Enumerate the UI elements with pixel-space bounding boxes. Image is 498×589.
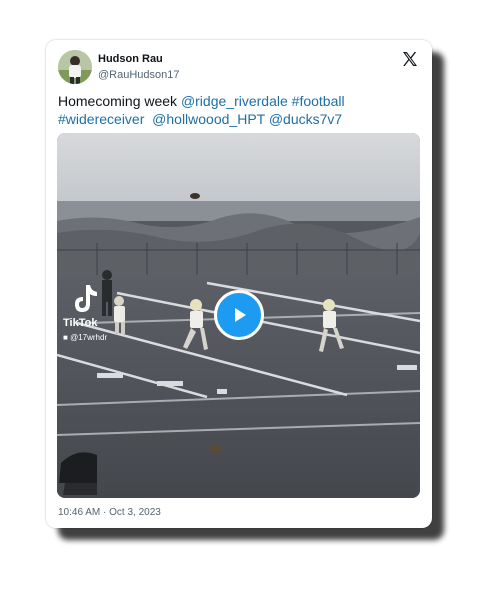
avatar[interactable] xyxy=(58,50,92,84)
tiktok-logo-icon xyxy=(75,285,97,312)
video-player[interactable]: TikTok ■ @17wrhdr xyxy=(57,133,420,498)
user-icon: ■ xyxy=(63,333,68,342)
tweet-card[interactable]: Hudson Rau @RauHudson17 Homecoming week … xyxy=(46,40,432,528)
play-icon xyxy=(235,308,246,322)
hashtag-link[interactable]: #widereceiver xyxy=(58,111,144,127)
author-handle[interactable]: @RauHudson17 xyxy=(98,69,180,81)
x-logo-icon[interactable] xyxy=(402,51,418,67)
mention-link[interactable]: @ducks7v7 xyxy=(269,111,342,127)
tweet-timestamp[interactable]: 10:46 AM · Oct 3, 2023 xyxy=(58,507,161,518)
tweet-text-plain: Homecoming week xyxy=(58,93,181,109)
mention-link[interactable]: @ridge_riverdale xyxy=(181,93,288,109)
tiktok-brand-label: TikTok xyxy=(63,317,98,329)
play-button[interactable] xyxy=(214,290,264,340)
author-name[interactable]: Hudson Rau xyxy=(98,53,163,65)
mention-link[interactable]: @hollwoood_HPT xyxy=(152,111,265,127)
tweet-header: Hudson Rau @RauHudson17 xyxy=(58,50,418,90)
hashtag-link[interactable]: #football xyxy=(292,93,345,109)
tweet-text: Homecoming week @ridge_riverdale #footba… xyxy=(58,92,418,128)
tiktok-username: ■ @17wrhdr xyxy=(63,333,108,342)
